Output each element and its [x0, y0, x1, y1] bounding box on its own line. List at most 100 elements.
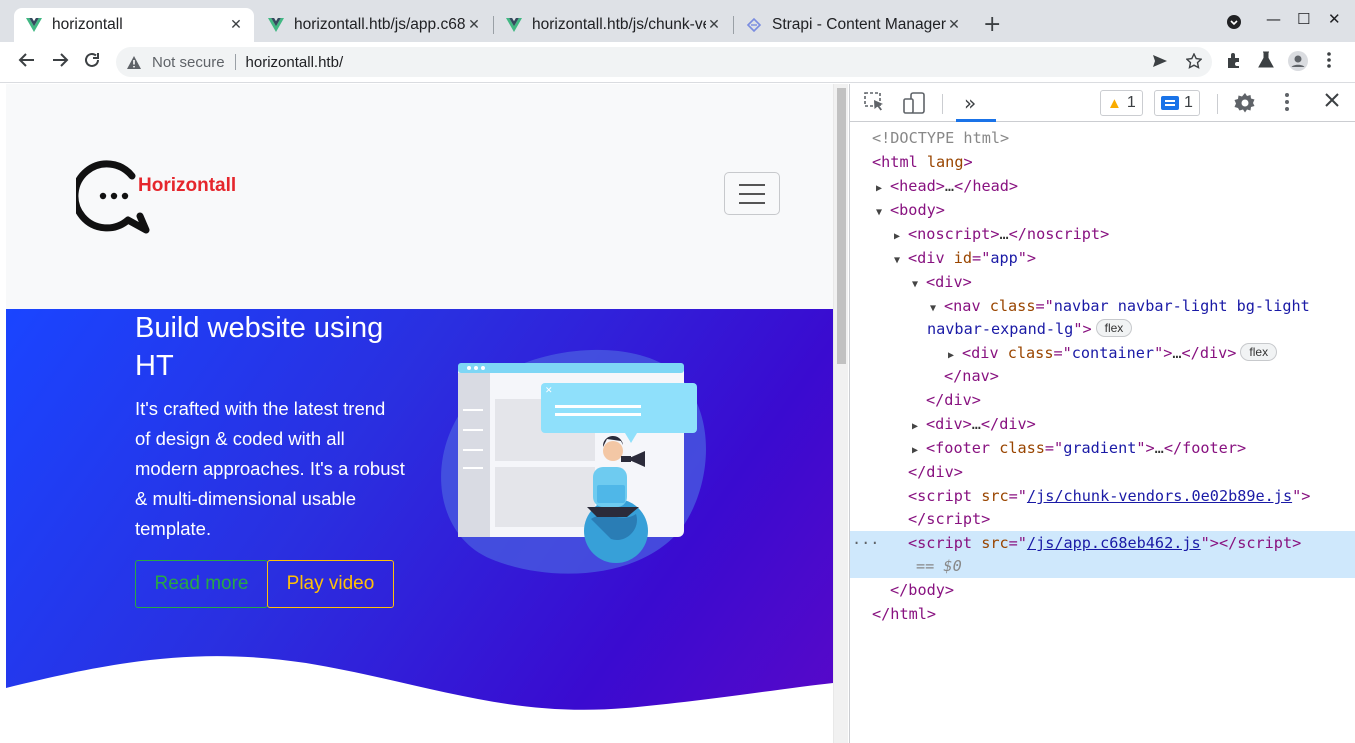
tag-name: html [890, 605, 927, 623]
dom-node-script-app-selected[interactable]: ··· <script src="/js/app.c68eb462.js"></… [850, 531, 1355, 554]
dom-node-div-app[interactable]: ▼ <div id="app"> [850, 246, 1355, 270]
warnings-badge[interactable]: ▲ 1 [1100, 90, 1143, 116]
logo-text: Horizontall [138, 175, 237, 196]
attr-name: id [953, 249, 973, 267]
devtools-toolbar: » ▲ 1 1 [850, 84, 1355, 122]
dom-node-footer[interactable]: ▶ <footer class="gradient">…</footer> [850, 436, 1355, 460]
toolbar-divider [1217, 94, 1218, 114]
message-icon [1161, 96, 1179, 110]
dom-node-head[interactable]: ▶ <head>…</head> [850, 174, 1355, 198]
menu-bar [739, 201, 765, 204]
browser-toolbar: Not secure horizontall.htb/ [0, 42, 1355, 83]
warning-icon[interactable] [126, 54, 142, 70]
settings-gear-icon[interactable] [1234, 92, 1256, 119]
profile-avatar-icon[interactable] [1288, 51, 1308, 76]
extensions-icon[interactable] [1225, 51, 1243, 74]
hero-wave-divider [6, 656, 833, 743]
tab-chunk-vendors[interactable]: horizontall.htb/js/chunk-vendors.0e02b89… [494, 8, 732, 42]
maximize-icon[interactable]: ☐ [1297, 10, 1310, 28]
security-label: Not secure [152, 53, 225, 71]
dom-node-html-close[interactable]: </html> [850, 602, 1355, 626]
flex-badge[interactable]: flex [1095, 319, 1133, 337]
devtools-menu-icon[interactable] [1284, 92, 1290, 117]
scrollbar-thumb[interactable] [837, 88, 846, 364]
dom-node-script-vendors[interactable]: <script src="/js/chunk-vendors.0e02b89e.… [850, 484, 1355, 507]
tab-strip: horizontall ✕ horizontall.htb/js/app.c68… [0, 0, 1355, 42]
more-tabs-chevron-icon[interactable]: » [964, 91, 976, 115]
tab-search-icon[interactable] [1226, 14, 1242, 34]
close-window-icon[interactable]: ✕ [1328, 10, 1341, 28]
tag-name: nav [962, 367, 990, 385]
close-tab-icon[interactable]: ✕ [946, 17, 962, 33]
dom-node-body-close[interactable]: </body> [850, 578, 1355, 602]
site-logo[interactable]: Horizontall [76, 158, 266, 234]
toolbar-divider [942, 94, 943, 114]
devtools-panel: » ▲ 1 1 <!DOCTYPE html> <html lang> ▶ <h… [849, 84, 1355, 743]
dom-node-div-close[interactable]: </div> [850, 388, 1355, 412]
dom-node-nav-close[interactable]: </nav> [850, 364, 1355, 388]
minimize-icon[interactable]: — [1266, 10, 1281, 28]
dom-node-noscript[interactable]: ▶ <noscript>…</noscript> [850, 222, 1355, 246]
attr-value: navbar navbar-light bg-light [1053, 297, 1310, 315]
tag-name: script [1237, 534, 1293, 552]
attr-value: app [990, 249, 1018, 267]
navbar-toggler-button[interactable] [724, 172, 780, 215]
forward-icon[interactable] [51, 51, 69, 74]
back-icon[interactable] [18, 51, 36, 74]
collapsed-ellipsis: … [1172, 344, 1182, 362]
warnings-count: 1 [1126, 94, 1136, 111]
inspect-element-icon[interactable] [864, 92, 886, 117]
page-scrollbar[interactable] [833, 84, 848, 743]
chrome-menu-icon[interactable] [1326, 51, 1332, 74]
dom-node-nav[interactable]: ▼ <nav class="navbar navbar-light bg-ligh… [850, 294, 1355, 317]
play-video-button[interactable]: Play video [267, 560, 394, 608]
messages-badge[interactable]: 1 [1154, 90, 1200, 116]
dom-node-script-app-selected-wrap[interactable]: == $0 [850, 554, 1355, 578]
dom-node-doctype[interactable]: <!DOCTYPE html> [850, 126, 1355, 150]
node-actions-ellipsis-icon[interactable]: ··· [852, 531, 879, 555]
collapsed-ellipsis: … [944, 177, 955, 195]
close-devtools-icon[interactable] [1324, 92, 1340, 113]
vue-favicon-icon [506, 18, 522, 32]
labs-flask-icon[interactable] [1257, 51, 1275, 74]
page-viewport: Horizontall Build website using HT It's … [6, 84, 833, 743]
script-src-link[interactable]: /js/app.c68eb462.js [1027, 534, 1201, 552]
close-tab-icon[interactable]: ✕ [466, 17, 482, 33]
tag-name: script [917, 487, 973, 505]
console-ref-label: == $0 [916, 557, 962, 575]
dom-node-div-app-close[interactable]: </div> [850, 460, 1355, 484]
tab-strapi[interactable]: Strapi - Content Manager ✕ [734, 8, 972, 42]
attr-name: src [981, 487, 1009, 505]
read-more-button[interactable]: Read more [135, 560, 268, 608]
divider [234, 54, 236, 70]
warning-triangle-icon: ▲ [1107, 94, 1122, 112]
close-tab-icon[interactable]: ✕ [706, 17, 722, 33]
device-toolbar-icon[interactable] [903, 92, 925, 119]
tag-name: nav [953, 297, 981, 315]
dom-node-div-container[interactable]: ▶ <div class="container">…</div> flex [850, 341, 1355, 364]
dom-node-nav-wrap[interactable]: navbar-expand-lg"> flex [850, 317, 1355, 341]
send-icon[interactable] [1152, 53, 1168, 73]
tag-name: script [926, 510, 982, 528]
tag-name: footer [935, 439, 991, 457]
script-src-link[interactable]: /js/chunk-vendors.0e02b89e.js [1027, 487, 1292, 505]
dom-node-script-vendors-close[interactable]: </script> [850, 507, 1355, 531]
elements-dom-tree: <!DOCTYPE html> <html lang> ▶ <head>…</he… [850, 126, 1355, 626]
attr-value: gradient [1063, 439, 1137, 457]
address-bar[interactable]: Not secure horizontall.htb/ [116, 47, 1212, 77]
dom-node-html[interactable]: <html lang> [850, 150, 1355, 174]
reload-icon[interactable] [83, 51, 101, 74]
new-tab-icon[interactable]: + [983, 12, 1001, 37]
tab-horizontall[interactable]: horizontall ✕ [14, 8, 254, 42]
flex-badge[interactable]: flex [1240, 343, 1278, 361]
dom-node-body[interactable]: ▼ <body> [850, 198, 1355, 222]
tab-app-js[interactable]: horizontall.htb/js/app.c68eb462.js ✕ [256, 8, 492, 42]
close-tab-icon[interactable]: ✕ [228, 17, 244, 33]
dom-node-div[interactable]: ▼ <div> [850, 270, 1355, 294]
tab-title: horizontall.htb/js/chunk-vendors.0e02b89… [532, 16, 706, 33]
tag-name: html [881, 153, 918, 171]
bookmark-star-icon[interactable] [1185, 52, 1203, 73]
site-navbar: Horizontall [6, 84, 833, 309]
url-text[interactable]: horizontall.htb/ [246, 54, 344, 71]
dom-node-div-collapsed[interactable]: ▶ <div>…</div> [850, 412, 1355, 436]
